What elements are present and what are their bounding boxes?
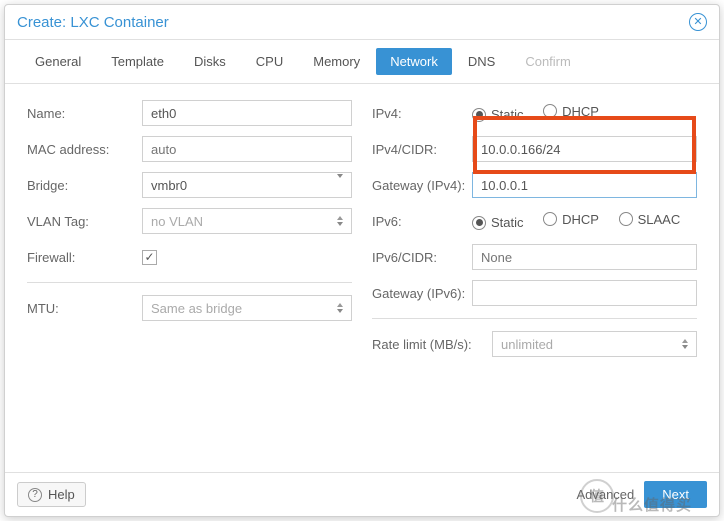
content-area: Name: MAC address: Bridge: vmbr0 [5,84,719,472]
modal-footer: ? Help Advanced Next [5,472,719,516]
close-icon[interactable]: ✕ [689,13,707,31]
ipv4-label: IPv4: [372,106,472,121]
vlan-select[interactable]: no VLAN [142,208,352,234]
mtu-placeholder: Same as bridge [151,301,242,316]
modal-header: Create: LXC Container ✕ [5,5,719,40]
tab-memory[interactable]: Memory [299,48,374,75]
gwv4-input[interactable] [472,172,697,198]
tab-general[interactable]: General [21,48,95,75]
vlan-label: VLAN Tag: [27,214,142,229]
tab-disks[interactable]: Disks [180,48,240,75]
left-column: Name: MAC address: Bridge: vmbr0 [27,100,352,456]
tab-template[interactable]: Template [97,48,178,75]
rate-label: Rate limit (MB/s): [372,337,492,352]
vlan-placeholder: no VLAN [151,214,203,229]
tab-bar: General Template Disks CPU Memory Networ… [5,40,719,84]
ipv4cidr-label: IPv4/CIDR: [372,142,472,157]
bridge-label: Bridge: [27,178,142,193]
bridge-value: vmbr0 [151,178,187,193]
ipv6cidr-label: IPv6/CIDR: [372,250,472,265]
separator [372,318,697,319]
tab-dns[interactable]: DNS [454,48,509,75]
create-lxc-modal: Create: LXC Container ✕ General Template… [4,4,720,517]
ipv4cidr-input[interactable] [472,136,697,162]
ipv6-dhcp-radio[interactable]: DHCP [543,212,599,227]
mtu-select[interactable]: Same as bridge [142,295,352,321]
tab-confirm: Confirm [511,48,585,75]
ipv6cidr-input[interactable] [472,244,697,270]
gwv4-label: Gateway (IPv4): [372,178,472,193]
tab-cpu[interactable]: CPU [242,48,297,75]
help-button[interactable]: ? Help [17,482,86,507]
radio-icon [543,212,557,226]
name-label: Name: [27,106,142,121]
name-input[interactable] [142,100,352,126]
bridge-select[interactable]: vmbr0 [142,172,352,198]
right-column: IPv4: Static DHCP IPv4/CIDR: [372,100,697,456]
firewall-label: Firewall: [27,250,142,265]
radio-icon [619,212,633,226]
mtu-label: MTU: [27,301,142,316]
rate-select[interactable]: unlimited [492,331,697,357]
radio-icon [472,108,486,122]
gwv6-input[interactable] [472,280,697,306]
ipv6-slaac-radio[interactable]: SLAAC [619,212,681,227]
ipv6-static-radio[interactable]: Static [472,215,524,230]
rate-placeholder: unlimited [501,337,553,352]
radio-icon [543,104,557,118]
advanced-label: Advanced [576,487,634,502]
mac-label: MAC address: [27,142,142,157]
ipv4-static-radio[interactable]: Static [472,107,524,122]
mac-input[interactable] [142,136,352,162]
gwv6-label: Gateway (IPv6): [372,286,472,301]
next-button[interactable]: Next [644,481,707,508]
modal-title: Create: LXC Container [17,14,169,31]
firewall-checkbox[interactable] [142,250,157,265]
radio-icon [472,216,486,230]
spinner-icon [337,216,343,226]
chevron-down-icon [337,178,343,193]
help-icon: ? [28,488,42,502]
tab-network[interactable]: Network [376,48,452,75]
spinner-icon [337,303,343,313]
ipv4-dhcp-radio[interactable]: DHCP [543,104,599,119]
separator [27,282,352,283]
spinner-icon [682,339,688,349]
ipv6-label: IPv6: [372,214,472,229]
